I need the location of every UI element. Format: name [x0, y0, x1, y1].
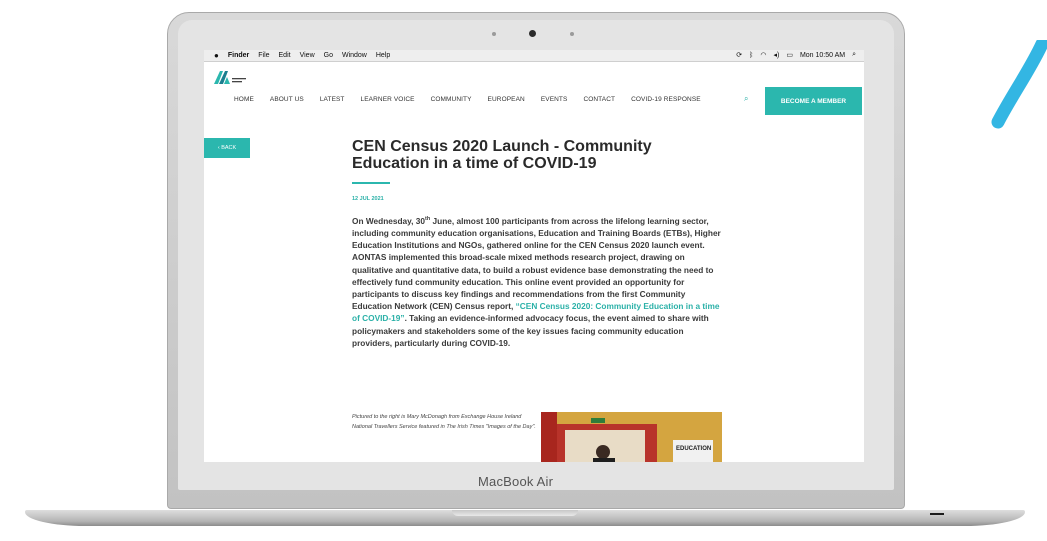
body-text: On Wednesday, 30 — [352, 215, 426, 226]
sensor-dot — [492, 32, 496, 36]
nav-latest[interactable]: LATEST — [320, 96, 345, 103]
spotlight-search-icon[interactable]: ⌕ — [852, 51, 856, 59]
battery-icon[interactable]: ▭ — [786, 51, 793, 59]
camera — [529, 30, 536, 37]
menu-go[interactable]: Go — [324, 52, 333, 59]
title-divider — [352, 182, 390, 184]
apple-menu-icon[interactable]: ● — [214, 51, 219, 60]
menu-finder[interactable]: Finder — [228, 52, 249, 59]
become-a-member-button[interactable]: BECOME A MEMBER — [765, 87, 862, 115]
nav-contact[interactable]: CONTACT — [583, 96, 615, 103]
menu-edit[interactable]: Edit — [279, 52, 291, 59]
body-text: . Taking an evidence-informed advocacy f… — [352, 313, 709, 348]
nav-events[interactable]: EVENTS — [541, 96, 568, 103]
nav-european[interactable]: EUROPEAN — [488, 96, 525, 103]
nav-about-us[interactable]: ABOUT US — [270, 96, 304, 103]
article-title: CEN Census 2020 Launch - Community Educa… — [352, 138, 652, 172]
menu-file[interactable]: File — [258, 52, 269, 59]
device-brand-label: MacBook Air — [478, 474, 554, 489]
body-text: June, almost 100 participants from acros… — [352, 215, 721, 312]
photo-illustration: EDUCATION — [541, 412, 722, 462]
mac-menu-bar: ● Finder File Edit View Go Window Help ⟳… — [204, 50, 864, 62]
laptop-opening-notch — [452, 510, 578, 516]
nav-learner-voice[interactable]: LEARNER VOICE — [361, 96, 415, 103]
article-date: 12 JUL 2021 — [352, 196, 384, 202]
wifi-icon[interactable]: ◠ — [760, 51, 766, 59]
article-body: On Wednesday, 30th June, almost 100 part… — [352, 213, 722, 349]
sensor-dot — [570, 32, 574, 36]
menu-view[interactable]: View — [300, 52, 315, 59]
stage: ● Finder File Edit View Go Window Help ⟳… — [0, 0, 1047, 541]
menu-clock[interactable]: Mon 10:50 AM — [800, 52, 845, 59]
nav-community[interactable]: COMMUNITY — [431, 96, 472, 103]
nav-covid-19-response[interactable]: COVID-19 RESPONSE — [631, 96, 701, 103]
volume-icon[interactable]: ◂) — [773, 51, 779, 59]
nav-home[interactable]: HOME — [234, 96, 254, 103]
main-nav: HOME ABOUT US LATEST LEARNER VOICE COMMU… — [234, 96, 717, 103]
article-photo: EDUCATION — [541, 412, 722, 462]
photo-sign-text: EDUCATION — [676, 446, 711, 452]
bluetooth-icon[interactable]: ᛒ — [749, 52, 753, 59]
sync-icon[interactable]: ⟳ — [736, 51, 742, 59]
photo-caption: Pictured to the right is Mary McDonagh f… — [352, 414, 536, 430]
menu-help[interactable]: Help — [376, 52, 390, 59]
back-button[interactable]: ‹ BACK — [204, 138, 250, 158]
search-icon[interactable]: ⌕ — [744, 94, 748, 104]
aontas-logo[interactable] — [214, 69, 260, 85]
laptop-screen: ● Finder File Edit View Go Window Help ⟳… — [204, 50, 864, 462]
brush-stroke-decoration — [991, 40, 1047, 129]
menu-window[interactable]: Window — [342, 52, 367, 59]
laptop-led — [930, 513, 944, 515]
